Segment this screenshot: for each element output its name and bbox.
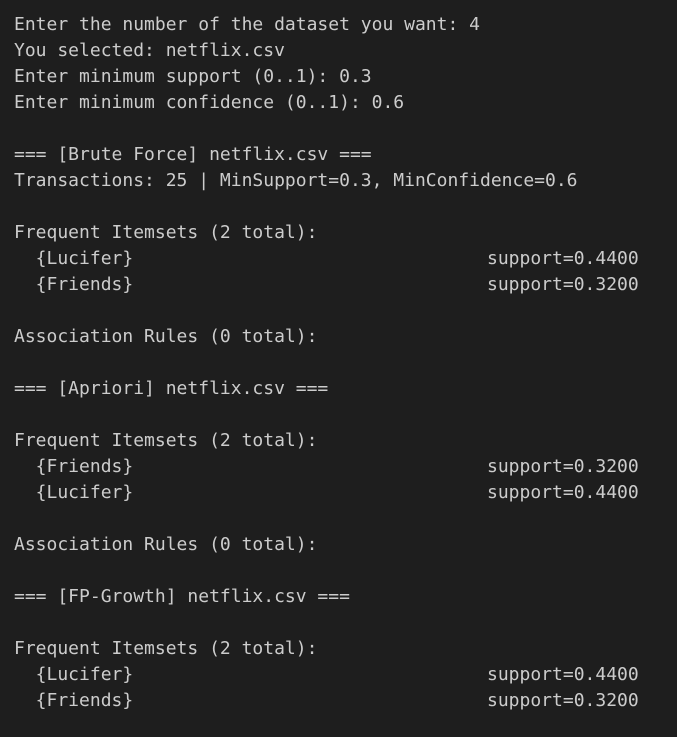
apriori-itemsets-title: Frequent Itemsets (2 total): (0, 428, 677, 454)
min-confidence-text: Enter minimum confidence (0..1): 0.6 (14, 92, 405, 113)
itemsets-title-text: Frequent Itemsets (2 total): (14, 638, 318, 659)
itemsets-title-text: Frequent Itemsets (2 total): (14, 222, 318, 243)
rules-title-text: Association Rules (0 total): (14, 326, 318, 347)
rules-title-text: Association Rules (0 total): (14, 534, 318, 555)
min-support-text: Enter minimum support (0..1): 0.3 (14, 66, 372, 87)
min-confidence-line: Enter minimum confidence (0..1): 0.6 (0, 90, 677, 116)
itemset-row: {Friends} support=0.3200 (0, 688, 677, 714)
itemset-label: {Lucifer} (14, 482, 134, 503)
itemset-label: {Friends} (14, 456, 134, 477)
itemset-support: support=0.3200 (487, 690, 639, 711)
brute-force-header-text: === [Brute Force] netflix.csv === (14, 144, 372, 165)
itemset-label: {Lucifer} (14, 664, 134, 685)
fp-growth-header-text: === [FP-Growth] netflix.csv === (14, 586, 350, 607)
apriori-header-text: === [Apriori] netflix.csv === (14, 378, 329, 399)
apriori-header: === [Apriori] netflix.csv === (0, 376, 677, 402)
dataset-prompt-text: Enter the number of the dataset you want… (14, 14, 480, 35)
itemsets-title-text: Frequent Itemsets (2 total): (14, 430, 318, 451)
itemset-support: support=0.3200 (487, 274, 639, 295)
itemset-label: {Friends} (14, 274, 134, 295)
fp-growth-itemsets-title: Frequent Itemsets (2 total): (0, 636, 677, 662)
selected-text: You selected: netflix.csv (14, 40, 285, 61)
itemset-row: {Lucifer} support=0.4400 (0, 480, 677, 506)
itemset-label: {Friends} (14, 690, 134, 711)
itemset-row: {Friends} support=0.3200 (0, 454, 677, 480)
dataset-prompt-line: Enter the number of the dataset you want… (0, 12, 677, 38)
brute-force-rules-title: Association Rules (0 total): (0, 324, 677, 350)
itemset-row: {Friends} support=0.3200 (0, 272, 677, 298)
itemset-support: support=0.3200 (487, 456, 639, 477)
itemset-row: {Lucifer} support=0.4400 (0, 246, 677, 272)
brute-force-itemsets-title: Frequent Itemsets (2 total): (0, 220, 677, 246)
transactions-text: Transactions: 25 | MinSupport=0.3, MinCo… (14, 170, 578, 191)
itemset-label: {Lucifer} (14, 248, 134, 269)
fp-growth-header: === [FP-Growth] netflix.csv === (0, 584, 677, 610)
itemset-support: support=0.4400 (487, 482, 639, 503)
terminal-output[interactable]: Enter the number of the dataset you want… (0, 0, 677, 737)
brute-force-header: === [Brute Force] netflix.csv === (0, 142, 677, 168)
cut-off-line (0, 0, 677, 12)
itemset-support: support=0.4400 (487, 664, 639, 685)
itemset-support: support=0.4400 (487, 248, 639, 269)
transactions-line: Transactions: 25 | MinSupport=0.3, MinCo… (0, 168, 677, 194)
apriori-rules-title: Association Rules (0 total): (0, 532, 677, 558)
itemset-row: {Lucifer} support=0.4400 (0, 662, 677, 688)
min-support-line: Enter minimum support (0..1): 0.3 (0, 64, 677, 90)
selected-line: You selected: netflix.csv (0, 38, 677, 64)
